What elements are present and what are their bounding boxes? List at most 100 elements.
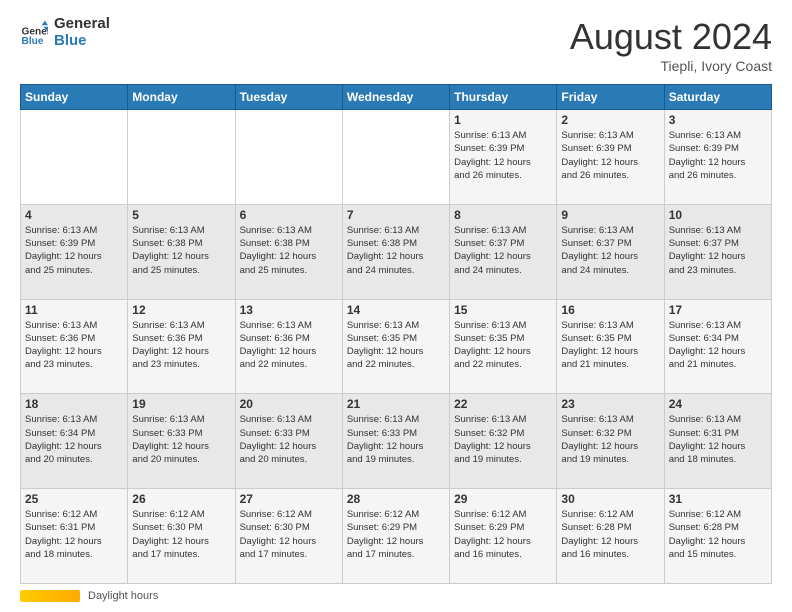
calendar-cell: 14 Sunrise: 6:13 AMSunset: 6:35 PMDayligh… xyxy=(342,299,449,394)
col-header-saturday: Saturday xyxy=(664,85,771,110)
day-number: 15 xyxy=(454,303,552,317)
daylight-bar xyxy=(20,590,80,602)
day-info: Sunrise: 6:13 AMSunset: 6:39 PMDaylight:… xyxy=(669,129,767,182)
calendar-cell: 10 Sunrise: 6:13 AMSunset: 6:37 PMDayligh… xyxy=(664,204,771,299)
day-info: Sunrise: 6:13 AMSunset: 6:37 PMDaylight:… xyxy=(669,224,767,277)
day-number: 28 xyxy=(347,492,445,506)
day-number: 5 xyxy=(132,208,230,222)
calendar-cell: 9Sunrise: 6:13 AMSunset: 6:37 PMDaylight… xyxy=(557,204,664,299)
day-number: 24 xyxy=(669,397,767,411)
calendar-cell: 16Sunrise: 6:13 AMSunset: 6:35 PMDayligh… xyxy=(557,299,664,394)
calendar-cell xyxy=(342,110,449,205)
calendar-cell: 31 Sunrise: 6:12 AMSunset: 6:28 PMDayligh… xyxy=(664,489,771,584)
calendar-cell: 22 Sunrise: 6:13 AMSunset: 6:32 PMDayligh… xyxy=(450,394,557,489)
day-info: Sunrise: 6:12 AMSunset: 6:30 PMDaylight:… xyxy=(132,508,230,561)
day-info: Sunrise: 6:13 AMSunset: 6:32 PMDaylight:… xyxy=(454,413,552,466)
calendar-cell: 11 Sunrise: 6:13 AMSunset: 6:36 PMDayligh… xyxy=(21,299,128,394)
day-number: 7 xyxy=(347,208,445,222)
day-info: Sunrise: 6:13 AMSunset: 6:33 PMDaylight:… xyxy=(240,413,338,466)
day-info: Sunrise: 6:13 AMSunset: 6:35 PMDaylight:… xyxy=(347,319,445,372)
day-number: 13 xyxy=(240,303,338,317)
day-info: Sunrise: 6:13 AMSunset: 6:38 PMDaylight:… xyxy=(132,224,230,277)
day-info: Sunrise: 6:13 AMSunset: 6:35 PMDaylight:… xyxy=(454,319,552,372)
calendar-cell: 3 Sunrise: 6:13 AMSunset: 6:39 PMDaylight… xyxy=(664,110,771,205)
day-number: 26 xyxy=(132,492,230,506)
col-header-tuesday: Tuesday xyxy=(235,85,342,110)
col-header-sunday: Sunday xyxy=(21,85,128,110)
week-row-2: 4 Sunrise: 6:13 AMSunset: 6:39 PMDaylight… xyxy=(21,204,772,299)
day-number: 16 xyxy=(561,303,659,317)
day-number: 17 xyxy=(669,303,767,317)
day-info: Sunrise: 6:13 AMSunset: 6:32 PMDaylight:… xyxy=(561,413,659,466)
day-number: 23 xyxy=(561,397,659,411)
logo-text-blue: Blue xyxy=(54,33,110,50)
calendar-cell: 19Sunrise: 6:13 AMSunset: 6:33 PMDayligh… xyxy=(128,394,235,489)
day-info: Sunrise: 6:13 AMSunset: 6:36 PMDaylight:… xyxy=(25,319,123,372)
week-row-1: 1 Sunrise: 6:13 AMSunset: 6:39 PMDaylight… xyxy=(21,110,772,205)
day-number: 31 xyxy=(669,492,767,506)
day-number: 25 xyxy=(25,492,123,506)
day-number: 22 xyxy=(454,397,552,411)
calendar-cell: 15 Sunrise: 6:13 AMSunset: 6:35 PMDayligh… xyxy=(450,299,557,394)
logo-text-general: General xyxy=(54,16,110,33)
day-number: 4 xyxy=(25,208,123,222)
day-info: Sunrise: 6:12 AMSunset: 6:28 PMDaylight:… xyxy=(561,508,659,561)
month-title: August 2024 xyxy=(570,16,772,58)
day-number: 14 xyxy=(347,303,445,317)
calendar-cell: 6 Sunrise: 6:13 AMSunset: 6:38 PMDaylight… xyxy=(235,204,342,299)
day-info: Sunrise: 6:12 AMSunset: 6:31 PMDaylight:… xyxy=(25,508,123,561)
day-info: Sunrise: 6:13 AMSunset: 6:38 PMDaylight:… xyxy=(347,224,445,277)
day-info: Sunrise: 6:13 AMSunset: 6:38 PMDaylight:… xyxy=(240,224,338,277)
day-number: 2 xyxy=(561,113,659,127)
calendar-cell: 13Sunrise: 6:13 AMSunset: 6:36 PMDayligh… xyxy=(235,299,342,394)
day-info: Sunrise: 6:12 AMSunset: 6:30 PMDaylight:… xyxy=(240,508,338,561)
day-number: 20 xyxy=(240,397,338,411)
day-number: 11 xyxy=(25,303,123,317)
calendar-cell: 12Sunrise: 6:13 AMSunset: 6:36 PMDayligh… xyxy=(128,299,235,394)
day-info: Sunrise: 6:13 AMSunset: 6:39 PMDaylight:… xyxy=(25,224,123,277)
day-info: Sunrise: 6:12 AMSunset: 6:29 PMDaylight:… xyxy=(454,508,552,561)
week-row-5: 25 Sunrise: 6:12 AMSunset: 6:31 PMDayligh… xyxy=(21,489,772,584)
title-block: August 2024 Tiepli, Ivory Coast xyxy=(570,16,772,74)
calendar-cell: 8Sunrise: 6:13 AMSunset: 6:37 PMDaylight… xyxy=(450,204,557,299)
day-number: 12 xyxy=(132,303,230,317)
col-header-friday: Friday xyxy=(557,85,664,110)
calendar-cell: 7 Sunrise: 6:13 AMSunset: 6:38 PMDaylight… xyxy=(342,204,449,299)
calendar-cell: 21Sunrise: 6:13 AMSunset: 6:33 PMDayligh… xyxy=(342,394,449,489)
calendar-cell xyxy=(21,110,128,205)
day-number: 21 xyxy=(347,397,445,411)
day-info: Sunrise: 6:13 AMSunset: 6:34 PMDaylight:… xyxy=(669,319,767,372)
day-number: 27 xyxy=(240,492,338,506)
day-number: 1 xyxy=(454,113,552,127)
logo: General Blue General Blue xyxy=(20,16,110,49)
svg-text:Blue: Blue xyxy=(22,35,44,46)
day-info: Sunrise: 6:12 AMSunset: 6:29 PMDaylight:… xyxy=(347,508,445,561)
calendar-cell: 29Sunrise: 6:12 AMSunset: 6:29 PMDayligh… xyxy=(450,489,557,584)
calendar-cell xyxy=(235,110,342,205)
calendar-cell: 18Sunrise: 6:13 AMSunset: 6:34 PMDayligh… xyxy=(21,394,128,489)
header-row: SundayMondayTuesdayWednesdayThursdayFrid… xyxy=(21,85,772,110)
calendar-cell: 4 Sunrise: 6:13 AMSunset: 6:39 PMDaylight… xyxy=(21,204,128,299)
calendar-cell: 2 Sunrise: 6:13 AMSunset: 6:39 PMDaylight… xyxy=(557,110,664,205)
day-info: Sunrise: 6:13 AMSunset: 6:39 PMDaylight:… xyxy=(561,129,659,182)
footer: Daylight hours xyxy=(20,590,772,602)
calendar-cell: 27 Sunrise: 6:12 AMSunset: 6:30 PMDayligh… xyxy=(235,489,342,584)
day-number: 18 xyxy=(25,397,123,411)
day-info: Sunrise: 6:12 AMSunset: 6:28 PMDaylight:… xyxy=(669,508,767,561)
calendar-cell: 30 Sunrise: 6:12 AMSunset: 6:28 PMDayligh… xyxy=(557,489,664,584)
day-number: 10 xyxy=(669,208,767,222)
calendar-cell: 24Sunrise: 6:13 AMSunset: 6:31 PMDayligh… xyxy=(664,394,771,489)
week-row-4: 18Sunrise: 6:13 AMSunset: 6:34 PMDayligh… xyxy=(21,394,772,489)
page: General Blue General Blue August 2024 Ti… xyxy=(0,0,792,612)
calendar-cell: 5 Sunrise: 6:13 AMSunset: 6:38 PMDaylight… xyxy=(128,204,235,299)
day-number: 6 xyxy=(240,208,338,222)
day-number: 9 xyxy=(561,208,659,222)
day-info: Sunrise: 6:13 AMSunset: 6:37 PMDaylight:… xyxy=(454,224,552,277)
calendar-cell: 26 Sunrise: 6:12 AMSunset: 6:30 PMDayligh… xyxy=(128,489,235,584)
day-number: 3 xyxy=(669,113,767,127)
day-number: 30 xyxy=(561,492,659,506)
location: Tiepli, Ivory Coast xyxy=(570,58,772,74)
logo-icon: General Blue xyxy=(20,19,48,47)
col-header-wednesday: Wednesday xyxy=(342,85,449,110)
daylight-label: Daylight hours xyxy=(88,590,158,602)
